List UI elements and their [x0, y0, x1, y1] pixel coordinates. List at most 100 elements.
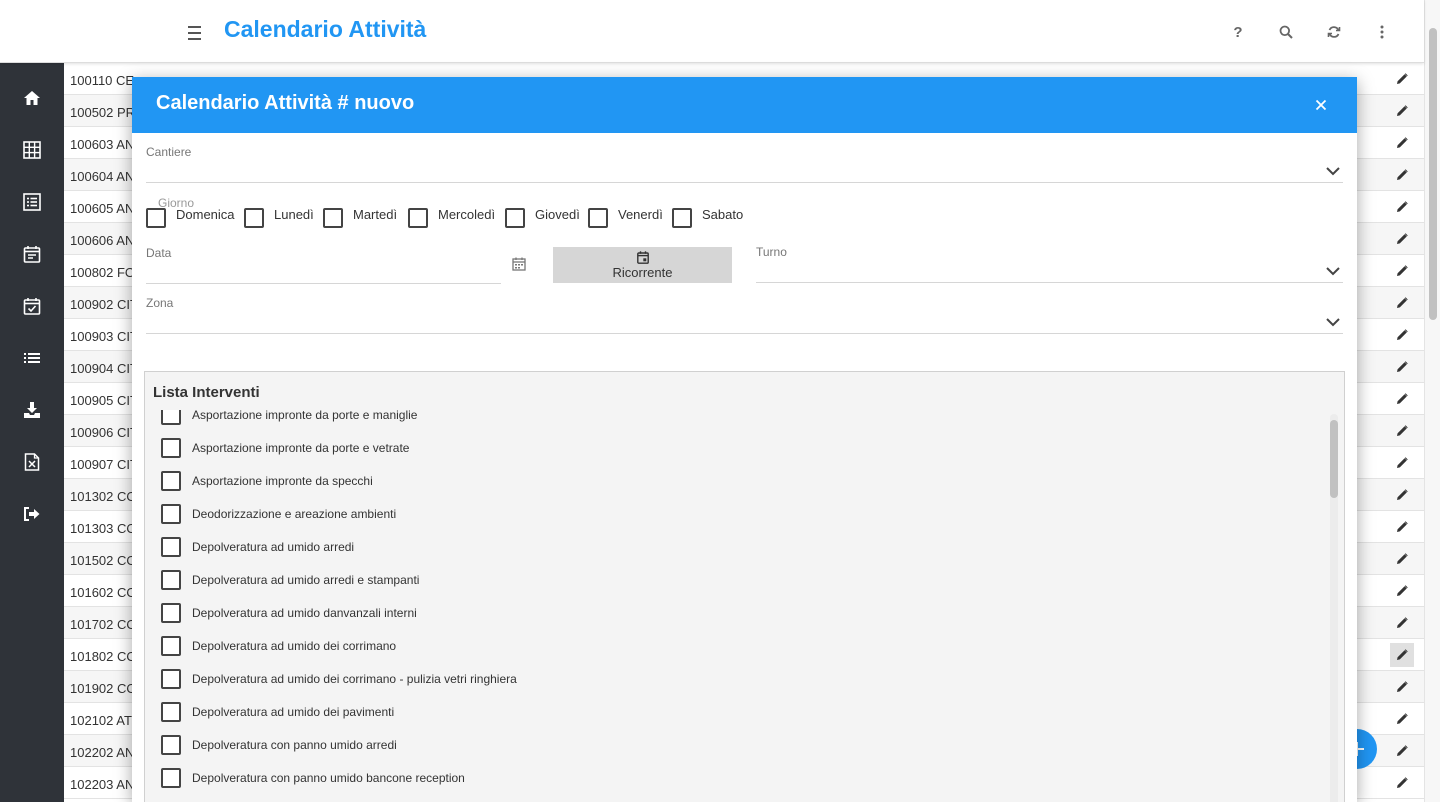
day-checkbox-mercoledi[interactable]: Mercoledì [408, 203, 495, 228]
intervento-item[interactable]: Depolveratura ad umido arredi [161, 535, 354, 559]
checkbox[interactable] [505, 208, 525, 228]
calendar-icon[interactable] [0, 237, 64, 271]
excel-icon[interactable] [0, 445, 64, 479]
edit-icon[interactable] [1390, 67, 1414, 91]
checkbox[interactable] [161, 471, 181, 491]
edit-icon[interactable] [1390, 355, 1414, 379]
edit-icon[interactable] [1390, 547, 1414, 571]
ricorrente-button[interactable]: Ricorrente [553, 247, 732, 283]
checkbox[interactable] [161, 570, 181, 590]
intervento-item[interactable]: Depolveratura con panno umido bancone re… [161, 766, 465, 790]
edit-icon[interactable] [1390, 611, 1414, 635]
checkbox[interactable] [161, 768, 181, 788]
checkbox[interactable] [161, 735, 181, 755]
row-code: 101902 CO [70, 681, 137, 696]
intervento-label: Depolveratura con panno umido arredi [192, 738, 397, 752]
edit-icon[interactable] [1390, 131, 1414, 155]
edit-icon[interactable] [1390, 227, 1414, 251]
home-icon[interactable] [0, 81, 64, 115]
day-checkbox-lunedi[interactable]: Lunedì [244, 203, 314, 228]
edit-icon[interactable] [1390, 259, 1414, 283]
checkbox[interactable] [161, 669, 181, 689]
intervento-item[interactable]: Depolveratura ad umido dei corrimano - p… [161, 667, 517, 691]
ricorrente-label: Ricorrente [612, 264, 673, 280]
day-checkbox-martedi[interactable]: Martedì [323, 203, 397, 228]
intervento-item[interactable]: Asportazione impronte da porte e vetrate [161, 436, 409, 460]
day-checkbox-venerdi[interactable]: Venerdì [588, 203, 663, 228]
sign-out-icon[interactable] [0, 497, 64, 531]
checkbox[interactable] [146, 208, 166, 228]
help-icon[interactable]: ? [1214, 18, 1262, 46]
edit-icon[interactable] [1390, 387, 1414, 411]
day-checkbox-domenica[interactable]: Domenica [146, 203, 235, 228]
row-code: 100110 CE [70, 73, 135, 88]
list-icon[interactable] [0, 341, 64, 375]
lista-scrollbar[interactable] [1330, 414, 1338, 802]
intervento-item[interactable]: Depolveratura ad umido dei corrimano [161, 634, 396, 658]
page-scrollbar-thumb[interactable] [1429, 28, 1437, 320]
row-code: 100907 CIT [70, 457, 138, 472]
day-checkbox-sabato[interactable]: Sabato [672, 203, 743, 228]
cantiere-select[interactable] [146, 161, 1343, 183]
checkbox[interactable] [408, 208, 428, 228]
edit-icon[interactable] [1390, 739, 1414, 763]
checkbox[interactable] [161, 504, 181, 524]
edit-icon[interactable] [1390, 483, 1414, 507]
edit-icon[interactable] [1390, 675, 1414, 699]
refresh-icon[interactable] [1310, 18, 1358, 46]
checkbox[interactable] [161, 410, 181, 425]
page-scrollbar[interactable] [1424, 0, 1440, 802]
turno-select[interactable] [756, 261, 1343, 283]
chevron-down-icon[interactable] [1325, 316, 1341, 328]
intervento-item[interactable]: Depolveratura ad umido arredi e stampant… [161, 568, 419, 592]
edit-icon[interactable] [1390, 707, 1414, 731]
intervento-item[interactable]: Deodorizzazione e areazione ambienti [161, 502, 396, 526]
checkbox[interactable] [161, 702, 181, 722]
intervento-item[interactable]: Asportazione impronte da specchi [161, 469, 373, 493]
close-icon[interactable] [1311, 95, 1331, 115]
edit-icon[interactable] [1390, 195, 1414, 219]
checkbox[interactable] [588, 208, 608, 228]
edit-icon[interactable] [1390, 419, 1414, 443]
edit-icon[interactable] [1390, 515, 1414, 539]
intervento-label: Depolveratura ad umido dei corrimano [192, 639, 397, 653]
data-input[interactable] [146, 256, 501, 283]
day-label: Lunedì [274, 207, 314, 222]
checkbox[interactable] [244, 208, 264, 228]
edit-icon[interactable] [1390, 163, 1414, 187]
edit-icon[interactable] [1390, 579, 1414, 603]
edit-icon[interactable] [1390, 451, 1414, 475]
intervento-item[interactable]: Depolveratura con panno umido arredi [161, 733, 397, 757]
edit-icon[interactable] [1390, 323, 1414, 347]
intervento-item[interactable]: Asportazione impronte da porte e manigli… [161, 410, 417, 427]
checkbox[interactable] [323, 208, 343, 228]
checkbox[interactable] [161, 603, 181, 623]
intervento-item[interactable]: Depolveratura ad umido dei pavimenti [161, 700, 394, 724]
calendar-icon[interactable] [512, 257, 526, 271]
chevron-down-icon[interactable] [1325, 165, 1341, 177]
intervento-item[interactable]: Depolveratura ad umido danvanzali intern… [161, 601, 417, 625]
day-label: Domenica [176, 207, 235, 222]
edit-icon[interactable] [1390, 99, 1414, 123]
download-icon[interactable] [0, 393, 64, 427]
list-alt-icon[interactable] [0, 185, 64, 219]
edit-icon[interactable] [1390, 771, 1414, 795]
edit-icon[interactable] [1390, 291, 1414, 315]
intervento-label: Depolveratura ad umido dei pavimenti [192, 705, 395, 719]
zona-select[interactable] [146, 312, 1343, 334]
edit-icon[interactable] [1390, 643, 1414, 667]
intervento-label: Depolveratura ad umido danvanzali intern… [192, 606, 417, 620]
more-vert-icon[interactable] [1358, 18, 1406, 46]
checkbox[interactable] [161, 636, 181, 656]
search-icon[interactable] [1262, 18, 1310, 46]
calendar-check-icon[interactable] [0, 289, 64, 323]
day-checkbox-giovedi[interactable]: Giovedì [505, 203, 580, 228]
grid-icon[interactable] [0, 133, 64, 167]
lista-scrollbar-thumb[interactable] [1330, 420, 1338, 498]
chevron-down-icon[interactable] [1325, 265, 1341, 277]
row-code: 101502 CO [70, 553, 137, 568]
checkbox[interactable] [161, 537, 181, 557]
checkbox[interactable] [161, 438, 181, 458]
menu-icon[interactable] [183, 19, 205, 43]
checkbox[interactable] [672, 208, 692, 228]
